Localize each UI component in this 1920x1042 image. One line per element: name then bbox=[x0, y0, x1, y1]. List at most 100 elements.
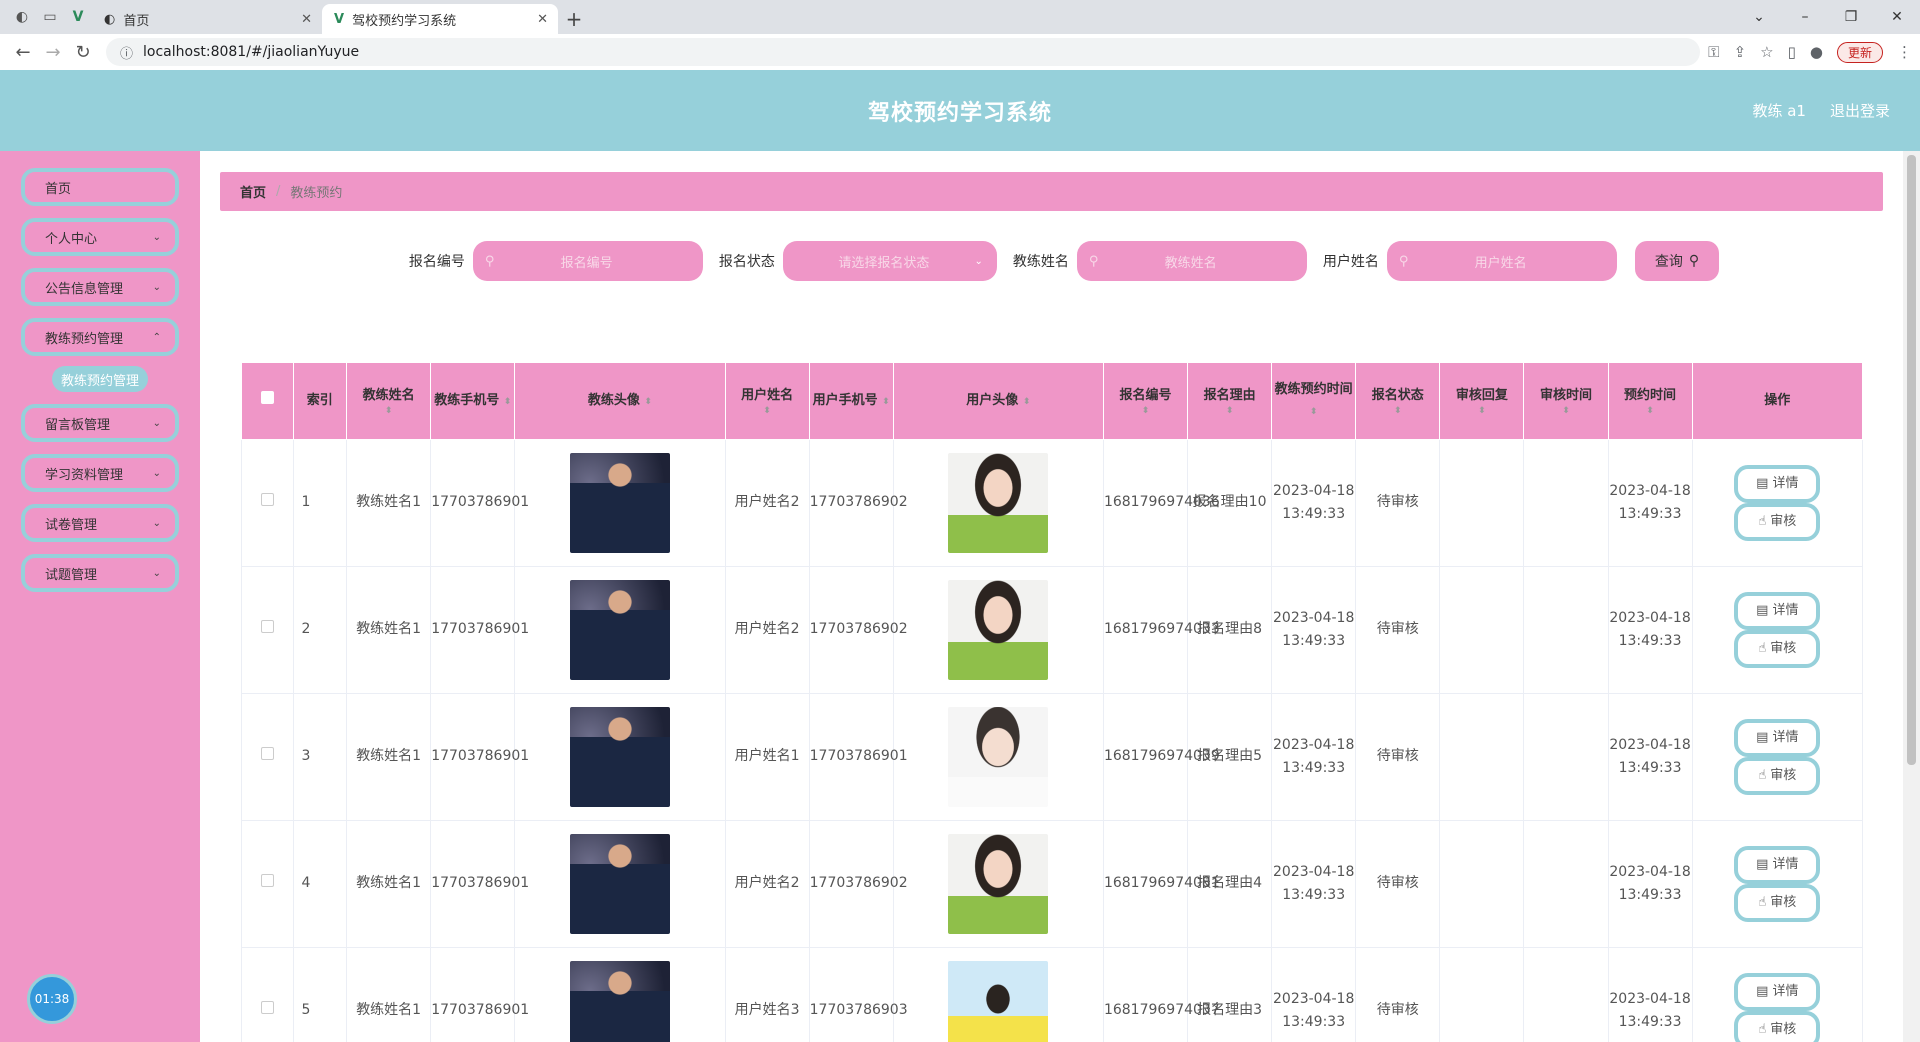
sort-icon[interactable]: ⬍ bbox=[1188, 406, 1271, 416]
detail-button[interactable]: ▤ 详情 bbox=[1734, 465, 1821, 503]
coach-name-input[interactable]: ⚲ 教练姓名 bbox=[1076, 241, 1307, 281]
key-icon[interactable]: ⚿ bbox=[1708, 43, 1719, 61]
back-arrow-icon[interactable]: ← bbox=[8, 42, 38, 63]
coach-avatar-image[interactable] bbox=[569, 453, 670, 553]
sidebar-item-home[interactable]: 首页 bbox=[21, 168, 179, 206]
update-button[interactable]: 更新 bbox=[1836, 41, 1883, 63]
col-header[interactable]: 用户头像 ⬍ bbox=[892, 362, 1104, 440]
sort-icon[interactable]: ⬍ bbox=[1440, 406, 1523, 416]
new-tab-button[interactable]: + bbox=[558, 4, 590, 34]
cell-index: 5 bbox=[293, 947, 348, 1042]
sidebar-item-messages[interactable]: 留言板管理 ⌄ bbox=[21, 404, 179, 442]
row-checkbox[interactable] bbox=[241, 947, 294, 1042]
cell-user-avatar bbox=[893, 566, 1104, 694]
breadcrumb-home[interactable]: 首页 bbox=[240, 182, 266, 201]
sidebar-item-coach-booking[interactable]: 教练预约管理 ⌃ bbox=[21, 318, 179, 356]
row-checkbox[interactable] bbox=[241, 693, 294, 821]
sidebar-subitem-coach-booking[interactable]: 教练预约管理 bbox=[52, 366, 148, 392]
col-header[interactable]: 教练头像 ⬍ bbox=[514, 362, 726, 440]
restore-button[interactable]: ❐ bbox=[1828, 0, 1874, 34]
sidebar-item-papers[interactable]: 试卷管理 ⌄ bbox=[21, 504, 179, 542]
profile-icon[interactable]: ● bbox=[1810, 43, 1823, 61]
status-select[interactable]: 请选择报名状态 ⌄ bbox=[782, 241, 997, 281]
url-field[interactable]: ⓘ localhost:8081/#/jiaolianYuyue bbox=[106, 38, 1701, 66]
coach-avatar-image[interactable] bbox=[569, 707, 670, 807]
globe-icon[interactable]: ◐ bbox=[8, 0, 36, 34]
clock-badge[interactable]: 01:38 bbox=[27, 974, 77, 1024]
sort-icon[interactable]: ⬍ bbox=[1310, 407, 1318, 417]
audit-button[interactable]: ☝ 审核 bbox=[1734, 1011, 1821, 1042]
close-icon[interactable]: ✕ bbox=[537, 12, 548, 27]
user-name-input[interactable]: ⚲ 用户姓名 bbox=[1386, 241, 1617, 281]
sort-icon[interactable]: ⬍ bbox=[1104, 406, 1187, 416]
col-header[interactable]: 教练预约时间 ⬍ bbox=[1271, 362, 1357, 440]
col-header[interactable]: 用户手机号 ⬍ bbox=[808, 362, 894, 440]
user-avatar-image[interactable] bbox=[948, 707, 1049, 807]
signup-no-input[interactable]: ⚲ 报名编号 bbox=[472, 241, 703, 281]
detail-button[interactable]: ▤ 详情 bbox=[1734, 973, 1821, 1011]
forward-arrow-icon[interactable]: → bbox=[38, 42, 68, 63]
tab-active[interactable]: V 驾校预约学习系统 ✕ bbox=[322, 4, 558, 34]
query-button[interactable]: 查询 ⚲ bbox=[1634, 241, 1720, 281]
col-header[interactable]: 教练手机号 ⬍ bbox=[430, 362, 516, 440]
select-all-checkbox[interactable] bbox=[241, 362, 294, 440]
col-header[interactable]: 报名状态 ⬍ bbox=[1355, 362, 1441, 440]
detail-button[interactable]: ▤ 详情 bbox=[1734, 719, 1821, 757]
vue-logo-icon[interactable]: V bbox=[64, 0, 92, 34]
audit-button[interactable]: ☝ 审核 bbox=[1734, 757, 1821, 795]
info-icon[interactable]: ⓘ bbox=[120, 43, 133, 62]
col-header[interactable]: 教练姓名 ⬍ bbox=[346, 362, 432, 440]
sidepanel-icon[interactable]: ▯ bbox=[1788, 43, 1796, 61]
col-header[interactable]: 预约时间 ⬍ bbox=[1607, 362, 1693, 440]
minimize-button[interactable]: – bbox=[1782, 0, 1828, 34]
user-avatar-image[interactable] bbox=[948, 453, 1049, 553]
row-checkbox[interactable] bbox=[241, 439, 294, 567]
col-header[interactable]: 审核时间 ⬍ bbox=[1523, 362, 1609, 440]
table-row: 1 教练姓名1 17703786901 用户姓名2 17703786902 1681796… bbox=[241, 439, 1864, 567]
audit-button[interactable]: ☝ 审核 bbox=[1734, 503, 1821, 541]
sort-icon[interactable]: ⬍ bbox=[1609, 406, 1692, 416]
sidebar-item-materials[interactable]: 学习资料管理 ⌄ bbox=[21, 454, 179, 492]
user-avatar-image[interactable] bbox=[948, 961, 1049, 1042]
sort-icon[interactable]: ⬍ bbox=[644, 397, 652, 407]
page-scrollbar[interactable] bbox=[1903, 151, 1920, 1042]
col-header[interactable]: 用户姓名 ⬍ bbox=[724, 362, 810, 440]
logout-link[interactable]: 退出登录 bbox=[1830, 100, 1890, 121]
col-header[interactable]: 报名编号 ⬍ bbox=[1102, 362, 1189, 440]
col-header[interactable]: 审核回复 ⬍ bbox=[1439, 362, 1525, 440]
row-checkbox[interactable] bbox=[241, 820, 294, 948]
blank-page-icon[interactable]: ▭ bbox=[36, 0, 64, 34]
close-window-button[interactable]: ✕ bbox=[1874, 0, 1920, 34]
detail-button[interactable]: ▤ 详情 bbox=[1734, 846, 1821, 884]
sort-icon[interactable]: ⬍ bbox=[347, 406, 430, 416]
chevron-down-icon[interactable]: ⌄ bbox=[1736, 0, 1782, 34]
audit-button[interactable]: ☝ 审核 bbox=[1734, 630, 1821, 668]
cell-user-phone: 17703786902 bbox=[809, 439, 908, 567]
sidebar-item-notice[interactable]: 公告信息管理 ⌄ bbox=[21, 268, 179, 306]
star-icon[interactable]: ☆ bbox=[1760, 43, 1773, 61]
audit-button[interactable]: ☝ 审核 bbox=[1734, 884, 1821, 922]
sort-icon[interactable]: ⬍ bbox=[882, 397, 890, 407]
detail-button[interactable]: ▤ 详情 bbox=[1734, 592, 1821, 630]
menu-dots-icon[interactable]: ⋮ bbox=[1897, 43, 1912, 61]
reload-icon[interactable]: ↻ bbox=[68, 42, 98, 63]
scrollbar-thumb[interactable] bbox=[1907, 155, 1916, 765]
coach-avatar-image[interactable] bbox=[569, 961, 670, 1042]
row-checkbox[interactable] bbox=[241, 566, 294, 694]
sort-icon[interactable]: ⬍ bbox=[1356, 406, 1439, 416]
sort-icon[interactable]: ⬍ bbox=[1023, 397, 1031, 407]
sidebar-item-questions[interactable]: 试题管理 ⌄ bbox=[21, 554, 179, 592]
sort-icon[interactable]: ⬍ bbox=[504, 397, 512, 407]
share-icon[interactable]: ⇪ bbox=[1734, 43, 1747, 61]
close-icon[interactable]: ✕ bbox=[301, 12, 312, 27]
user-avatar-image[interactable] bbox=[948, 834, 1049, 934]
cell-booking-time: 2023-04-18 13:49:33 bbox=[1608, 566, 1693, 694]
user-avatar-image[interactable] bbox=[948, 580, 1049, 680]
coach-avatar-image[interactable] bbox=[569, 580, 670, 680]
coach-avatar-image[interactable] bbox=[569, 834, 670, 934]
sort-icon[interactable]: ⬍ bbox=[726, 406, 809, 416]
col-header[interactable]: 报名理由 ⬍ bbox=[1187, 362, 1273, 440]
sidebar-item-personal-center[interactable]: 个人中心 ⌄ bbox=[21, 218, 179, 256]
sort-icon[interactable]: ⬍ bbox=[1524, 406, 1607, 416]
tab-home[interactable]: ◐ 首页 ✕ bbox=[92, 4, 322, 34]
